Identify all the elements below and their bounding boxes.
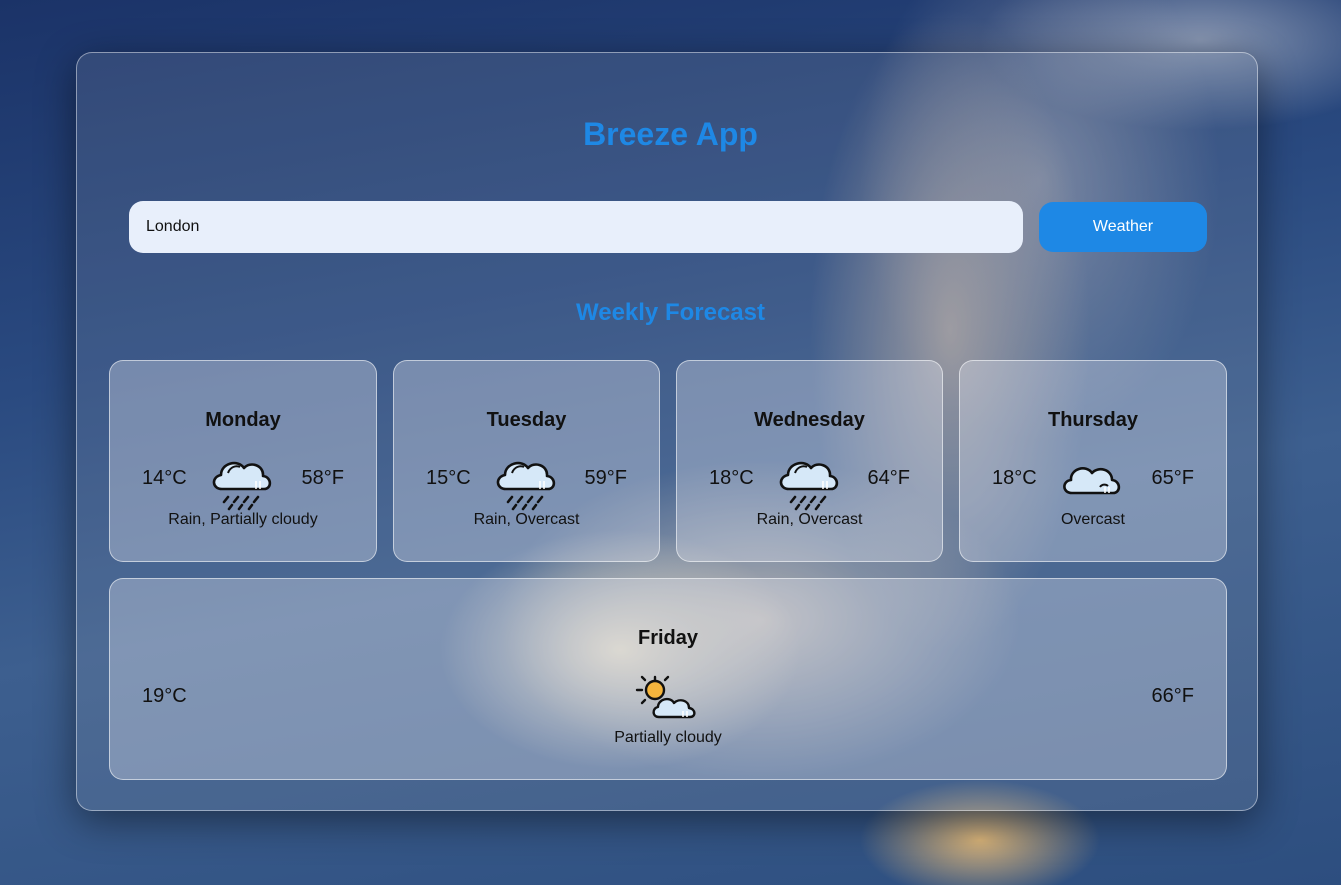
day-label: Tuesday — [486, 409, 567, 431]
weather-button[interactable]: Weather — [1039, 202, 1207, 252]
condition-label: Rain, Overcast — [473, 511, 580, 528]
app-title: Breeze App — [583, 116, 758, 152]
cloud-icon — [1063, 467, 1121, 495]
rain-cloud-icon — [779, 461, 838, 511]
forecast-card-wednesday: Wednesday 18°C 64°F Rain, Overcast — [676, 360, 943, 562]
condition-label: Partially cloudy — [614, 729, 722, 746]
temp-celsius: 18°C — [709, 467, 754, 489]
temp-fahrenheit: 66°F — [1151, 685, 1194, 707]
city-search-input[interactable] — [129, 201, 1023, 253]
temp-fahrenheit: 58°F — [301, 467, 344, 489]
day-label: Monday — [205, 409, 281, 431]
temp-fahrenheit: 59°F — [584, 467, 627, 489]
day-label: Thursday — [1047, 409, 1139, 431]
sun-behind-cloud-icon — [635, 675, 696, 719]
temp-celsius: 19°C — [142, 685, 187, 707]
forecast-card-tuesday: Tuesday 15°C 59°F Rain, Overcast — [393, 360, 660, 562]
condition-label: Rain, Partially cloudy — [168, 511, 318, 528]
forecast-card-friday: Friday 19°C 66°F Partially cloudy — [109, 578, 1227, 780]
day-label: Friday — [637, 627, 699, 649]
rain-cloud-icon — [212, 461, 272, 511]
forecast-card-monday: Monday 14°C 58°F Rain, Partially cloudy — [109, 360, 377, 562]
temp-celsius: 14°C — [142, 467, 187, 489]
day-label: Wednesday — [754, 409, 865, 431]
temp-fahrenheit: 64°F — [867, 467, 910, 489]
condition-label: Rain, Overcast — [756, 511, 863, 528]
forecast-card-thursday: Thursday 18°C 65°F Overcast — [959, 360, 1227, 562]
weekly-forecast-heading: Weekly Forecast — [576, 299, 765, 326]
condition-label: Overcast — [1060, 511, 1125, 528]
temp-celsius: 18°C — [992, 467, 1037, 489]
temp-celsius: 15°C — [426, 467, 471, 489]
rain-cloud-icon — [496, 461, 555, 511]
temp-fahrenheit: 65°F — [1151, 467, 1194, 489]
